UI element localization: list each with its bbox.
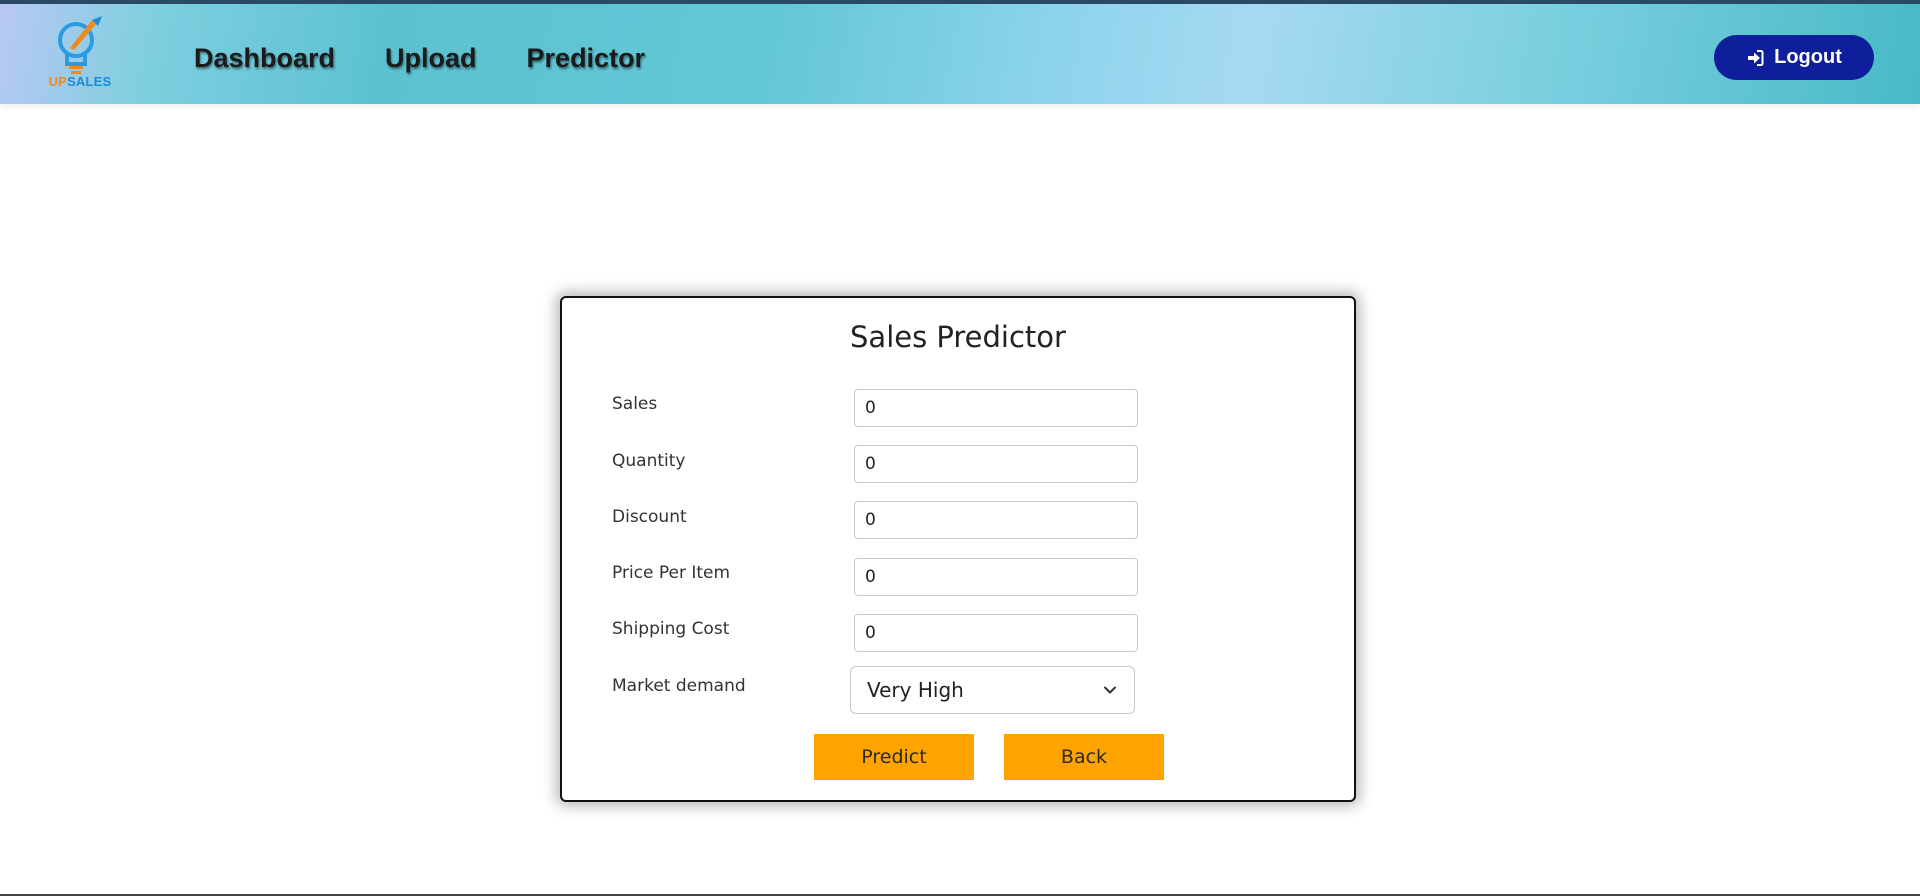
page-title: Sales Predictor bbox=[850, 320, 1066, 354]
price-per-item-input[interactable] bbox=[854, 558, 1138, 596]
predict-button[interactable]: Predict bbox=[814, 734, 974, 780]
price-per-item-label: Price Per Item bbox=[612, 563, 731, 583]
discount-label: Discount bbox=[612, 507, 687, 527]
sign-in-icon bbox=[1748, 49, 1764, 66]
nav-predictor[interactable]: Predictor bbox=[527, 38, 646, 78]
market-demand-label: Market demand bbox=[612, 676, 746, 696]
nav-dashboard[interactable]: Dashboard bbox=[194, 38, 335, 78]
quantity-input[interactable] bbox=[854, 445, 1138, 483]
quantity-label: Quantity bbox=[612, 451, 686, 471]
back-button[interactable]: Back bbox=[1004, 734, 1164, 780]
top-navbar: UPSALES Dashboard Upload Predictor Logou… bbox=[0, 4, 1920, 104]
nav-upload[interactable]: Upload bbox=[385, 38, 477, 78]
sales-predictor-card: Sales Predictor Sales Quantity Discount … bbox=[560, 296, 1356, 802]
discount-input[interactable] bbox=[854, 501, 1138, 539]
logout-label: Logout bbox=[1774, 46, 1842, 68]
chevron-down-icon bbox=[1104, 686, 1116, 694]
main-nav: Dashboard Upload Predictor bbox=[194, 38, 645, 78]
logout-button[interactable]: Logout bbox=[1714, 35, 1874, 80]
sales-input[interactable] bbox=[854, 389, 1138, 427]
market-demand-select[interactable]: Very High bbox=[850, 666, 1135, 714]
lightbulb-rocket-icon bbox=[58, 16, 102, 74]
sales-label: Sales bbox=[612, 394, 658, 414]
logo-wordmark: UPSALES bbox=[48, 74, 112, 89]
upsales-logo[interactable]: UPSALES bbox=[40, 14, 120, 94]
market-demand-value: Very High bbox=[867, 678, 964, 702]
shipping-cost-label: Shipping Cost bbox=[612, 619, 730, 639]
shipping-cost-input[interactable] bbox=[854, 614, 1138, 652]
